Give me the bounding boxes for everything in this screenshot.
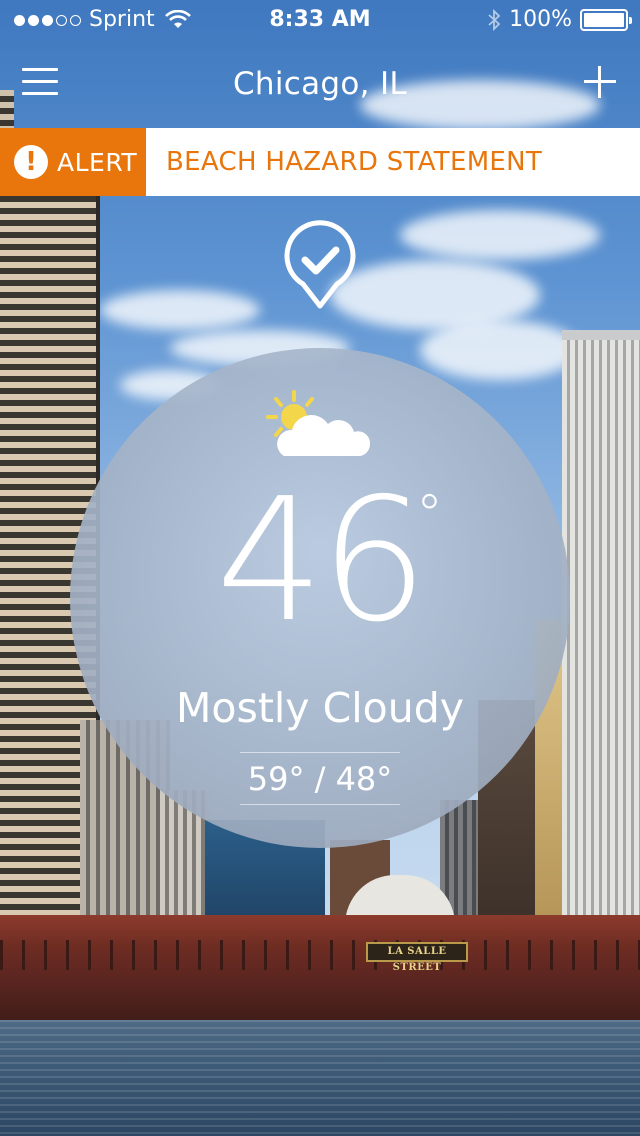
high-low-temperature: 59° / 48° — [247, 760, 393, 798]
status-bar: Sprint 8:33 AM 100% — [0, 0, 640, 40]
skyscraper — [562, 340, 640, 940]
cloud — [400, 210, 600, 260]
battery-icon — [580, 9, 632, 31]
divider — [240, 804, 400, 805]
partly-sunny-icon — [266, 390, 371, 456]
location-title: Chicago, IL — [232, 66, 407, 102]
river — [0, 1020, 640, 1136]
status-right: 100% — [487, 0, 632, 40]
alert-tag: ! ALERT — [0, 128, 146, 196]
battery-level — [584, 13, 624, 27]
navigation-bar: Chicago, IL — [0, 50, 640, 120]
add-location-icon[interactable] — [584, 66, 616, 98]
exclamation-icon: ! — [14, 145, 48, 179]
cloud — [420, 320, 580, 380]
current-location-pin-icon[interactable] — [283, 220, 357, 310]
bridge — [0, 915, 640, 1025]
alert-label: ALERT — [57, 147, 138, 177]
cloud — [100, 290, 260, 330]
bluetooth-icon — [488, 9, 501, 31]
current-conditions-card[interactable]: 46 ° Mostly Cloudy 59° / 48° — [70, 348, 570, 848]
battery-percentage: 100% — [509, 7, 572, 32]
divider — [240, 752, 400, 753]
street-sign: LA SALLE STREET — [366, 942, 468, 973]
weather-alert-banner[interactable]: ! ALERT BEACH HAZARD STATEMENT — [0, 128, 640, 196]
bridge-railing — [0, 940, 640, 970]
alert-message: BEACH HAZARD STATEMENT — [166, 147, 543, 177]
condition-text: Mostly Cloudy — [176, 684, 464, 732]
current-temperature: 46 — [215, 462, 428, 660]
degree-symbol: ° — [416, 483, 443, 546]
